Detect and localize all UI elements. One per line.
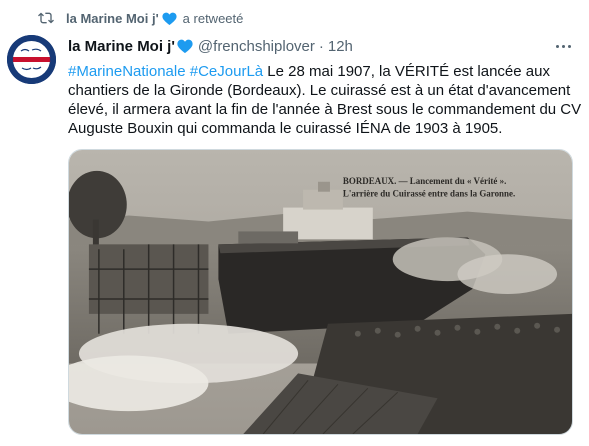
postcard-photo: BORDEAUX. — Lancement du « Vérité ». L'a… bbox=[69, 150, 572, 434]
tweet-timestamp[interactable]: 12h bbox=[328, 38, 353, 55]
hashtag-cejourla[interactable]: #CeJourLà bbox=[190, 63, 263, 80]
tweet-text-line: élevé, il armera avant la fin de l'année… bbox=[68, 101, 582, 118]
author-handle[interactable]: @frenchshiplover bbox=[198, 38, 315, 55]
tweet-text: #MarineNationale #CeJourLà Le 28 mai 190… bbox=[68, 62, 582, 138]
separator-dot: · bbox=[318, 37, 324, 55]
hashtag-marinenationale[interactable]: #MarineNationale bbox=[68, 63, 186, 80]
tweet-text-line: chantiers de la Gironde (Bordeaux). Le c… bbox=[68, 82, 571, 99]
more-options-icon[interactable] bbox=[553, 38, 573, 54]
tweet-text-segment: Le 28 mai 1907, la VÉRITÉ est lancée aux bbox=[263, 63, 550, 80]
tweet-text-line: Auguste Bouxin qui commanda le cuirassé … bbox=[68, 120, 503, 137]
avatar-logo bbox=[7, 35, 56, 84]
tweet-text-line: #MarineNationale #CeJourLà Le 28 mai 190… bbox=[68, 62, 578, 81]
postcard-caption-line2: L'arrière du Cuirassé entre dans la Garo… bbox=[343, 189, 515, 199]
blue-heart-icon bbox=[162, 12, 177, 25]
retweet-icon bbox=[38, 12, 54, 24]
tweet-header: la Marine Moi j' @frenchshiplover · 12h bbox=[68, 36, 573, 56]
blue-heart-icon bbox=[177, 39, 193, 53]
retweet-suffix: a retweeté bbox=[182, 10, 244, 26]
author-name[interactable]: la Marine Moi j' bbox=[68, 38, 175, 55]
retweeter-name[interactable]: la Marine Moi j' bbox=[66, 11, 159, 26]
postcard-caption-line1: BORDEAUX. — Lancement du « Vérité ». bbox=[343, 176, 506, 186]
retweet-context[interactable]: la Marine Moi j' a retweeté bbox=[38, 9, 243, 27]
tweet-media-photo[interactable]: BORDEAUX. — Lancement du « Vérité ». L'a… bbox=[68, 149, 573, 435]
avatar[interactable] bbox=[7, 35, 56, 84]
